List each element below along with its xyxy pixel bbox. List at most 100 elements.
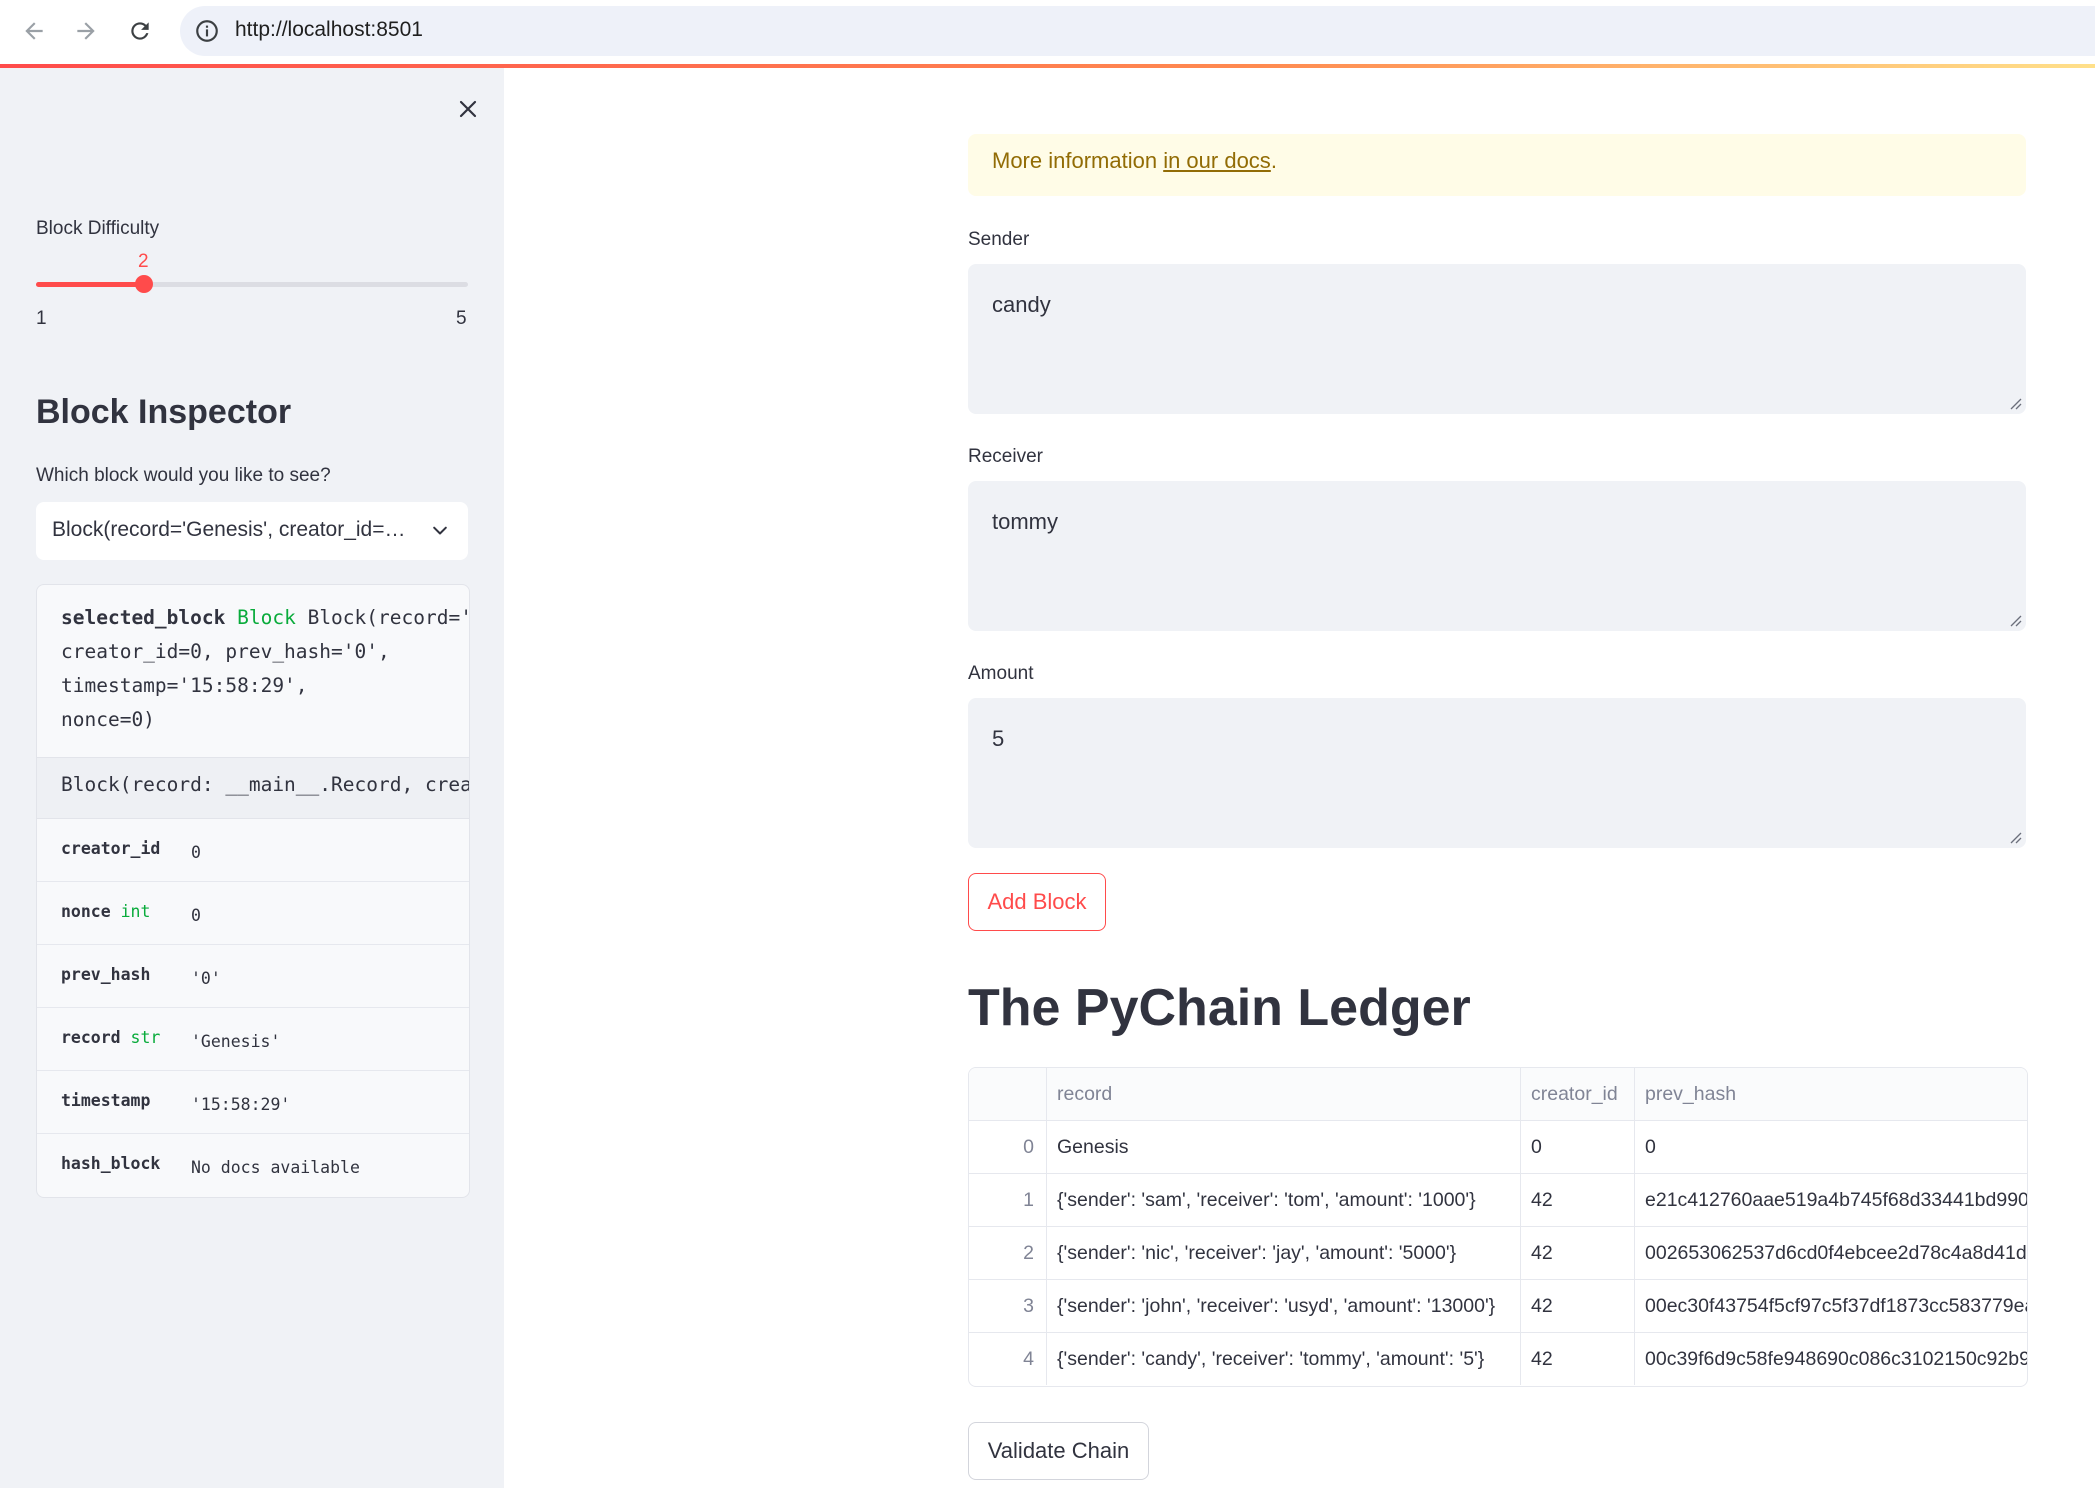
slider-thumb[interactable] [135,275,153,293]
select-value: Block(record='Genesis', creator_id=0, pr… [52,518,408,541]
table-row: 0 Genesis 0 0 [969,1121,2027,1174]
block-inspector-heading: Block Inspector [36,393,292,431]
creator-id-cell[interactable]: 0 [1521,1121,1635,1173]
block-select[interactable]: Block(record='Genesis', creator_id=0, pr… [36,502,468,560]
info-circle-icon[interactable] [194,18,220,44]
resize-handle-icon[interactable] [2008,396,2022,410]
column-header[interactable]: creator_id [1521,1068,1635,1120]
table-row: 2 {'sender': 'nic', 'receiver': 'jay', '… [969,1227,2027,1280]
help-header: selected_block Block Block(record='Genes… [37,585,469,757]
help-attribute-row: prev_hash '0' [37,945,469,1008]
column-header[interactable]: record [1047,1068,1521,1120]
docs-link[interactable]: in our docs [1163,148,1271,173]
attr-type: str [130,1028,161,1047]
amount-input[interactable]: 5 [968,698,2026,848]
record-cell[interactable]: {'sender': 'john', 'receiver': 'usyd', '… [1047,1280,1521,1332]
receiver-input[interactable]: tommy [968,481,2026,631]
browser-toolbar: http://localhost:8501 [0,0,2095,64]
alert-text: More information in our docs. [992,148,1277,174]
help-attribute-row: nonce int 0 [37,882,469,945]
row-index: 4 [969,1333,1047,1385]
prev-hash-cell[interactable]: e21c412760aae519a4b745f68d33441bd990 [1635,1174,2027,1226]
validate-chain-button[interactable]: Validate Chain [968,1422,1149,1480]
slider-min-label: 1 [36,308,47,329]
prev-hash-cell[interactable]: 00c39f6d9c58fe948690c086c3102150c92b9 [1635,1333,2027,1385]
help-repr-line: Block(record='Genesis', [307,606,470,629]
record-cell[interactable]: {'sender': 'nic', 'receiver': 'jay', 'am… [1047,1227,1521,1279]
attr-value: 'Genesis' [191,1032,281,1051]
amount-label: Amount [968,663,1034,684]
attr-value: '0' [191,969,221,988]
info-alert: More information in our docs. [968,134,2026,196]
row-index: 2 [969,1227,1047,1279]
alert-message: More information [992,148,1164,173]
help-signature: Block(record: __main__.Record, creator_i… [37,757,469,819]
url-text: http://localhost:8501 [235,18,423,41]
slider-max-label: 5 [456,308,467,329]
attr-value: 0 [191,906,201,925]
chevron-down-icon [433,526,447,535]
help-object-name: selected_block [61,606,226,629]
help-repr-line: timestamp='15:58:29', [61,674,308,697]
table-header-row: record creator_id prev_hash [969,1068,2027,1121]
help-attribute-row: timestamp '15:58:29' [37,1071,469,1134]
table-row: 1 {'sender': 'sam', 'receiver': 'tom', '… [969,1174,2027,1227]
prev-hash-cell[interactable]: 002653062537d6cd0f4ebcee2d78c4a8d41d [1635,1227,2027,1279]
help-repr-line: creator_id=0, prev_hash='0', [61,640,390,663]
row-index: 0 [969,1121,1047,1173]
resize-handle-icon[interactable] [2008,613,2022,627]
forward-button[interactable] [66,13,106,49]
column-header[interactable]: prev_hash [1635,1068,2027,1120]
help-object-type: Block [237,606,296,629]
help-repr-line: nonce=0) [61,708,155,731]
arrow-left-icon [25,22,43,40]
amount-value: 5 [992,726,1005,751]
attr-type: int [120,902,151,921]
prev-hash-cell[interactable]: 0 [1635,1121,2027,1173]
table-row: 3 {'sender': 'john', 'receiver': 'usyd',… [969,1280,2027,1333]
attr-name: prev_hash [61,965,151,984]
table-row: 4 {'sender': 'candy', 'receiver': 'tommy… [969,1333,2027,1386]
slider-value: 2 [138,251,149,272]
close-sidebar-button[interactable] [449,90,487,128]
slider-fill [36,282,144,287]
record-cell[interactable]: Genesis [1047,1121,1521,1173]
creator-id-cell[interactable]: 42 [1521,1280,1635,1332]
attr-name: creator_id [61,839,161,858]
attr-name: hash_block [61,1154,161,1173]
column-header[interactable] [969,1068,1047,1120]
sender-label: Sender [968,229,1030,250]
resize-handle-icon[interactable] [2008,830,2022,844]
help-attribute-row: hash_block No docs available [37,1134,469,1197]
block-help-panel: selected_block Block Block(record='Genes… [36,584,470,1198]
help-attribute-row: record str 'Genesis' [37,1008,469,1071]
attr-name: record [61,1028,121,1047]
address-bar[interactable]: http://localhost:8501 [180,6,2095,56]
record-cell[interactable]: {'sender': 'candy', 'receiver': 'tommy',… [1047,1333,1521,1385]
attr-name: timestamp [61,1091,151,1110]
creator-id-cell[interactable]: 42 [1521,1333,1635,1385]
row-index: 1 [969,1174,1047,1226]
slider-label: Block Difficulty [36,218,160,239]
back-button[interactable] [14,13,54,49]
row-index: 3 [969,1280,1047,1332]
ledger-heading: The PyChain Ledger [968,979,1471,1037]
reload-button[interactable] [120,13,160,49]
ledger-table[interactable]: record creator_id prev_hash 0 Genesis 0 … [968,1067,2028,1387]
sender-value: candy [992,292,1051,317]
record-cell[interactable]: {'sender': 'sam', 'receiver': 'tom', 'am… [1047,1174,1521,1226]
sender-input[interactable]: candy [968,264,2026,414]
receiver-value: tommy [992,509,1058,534]
prev-hash-cell[interactable]: 00ec30f43754f5cf97c5f37df1873cc583779ea [1635,1280,2027,1332]
reload-icon [131,22,149,40]
alert-suffix: . [1270,148,1277,173]
creator-id-cell[interactable]: 42 [1521,1174,1635,1226]
attr-name: nonce [61,902,111,921]
creator-id-cell[interactable]: 42 [1521,1227,1635,1279]
arrow-right-icon [77,22,95,40]
sidebar: Block Difficulty 2 1 5 Block Inspector W… [0,68,504,1488]
attr-value: '15:58:29' [191,1095,291,1114]
add-block-button[interactable]: Add Block [968,873,1106,931]
block-difficulty-slider[interactable] [36,275,468,293]
attr-value: 0 [191,843,201,862]
